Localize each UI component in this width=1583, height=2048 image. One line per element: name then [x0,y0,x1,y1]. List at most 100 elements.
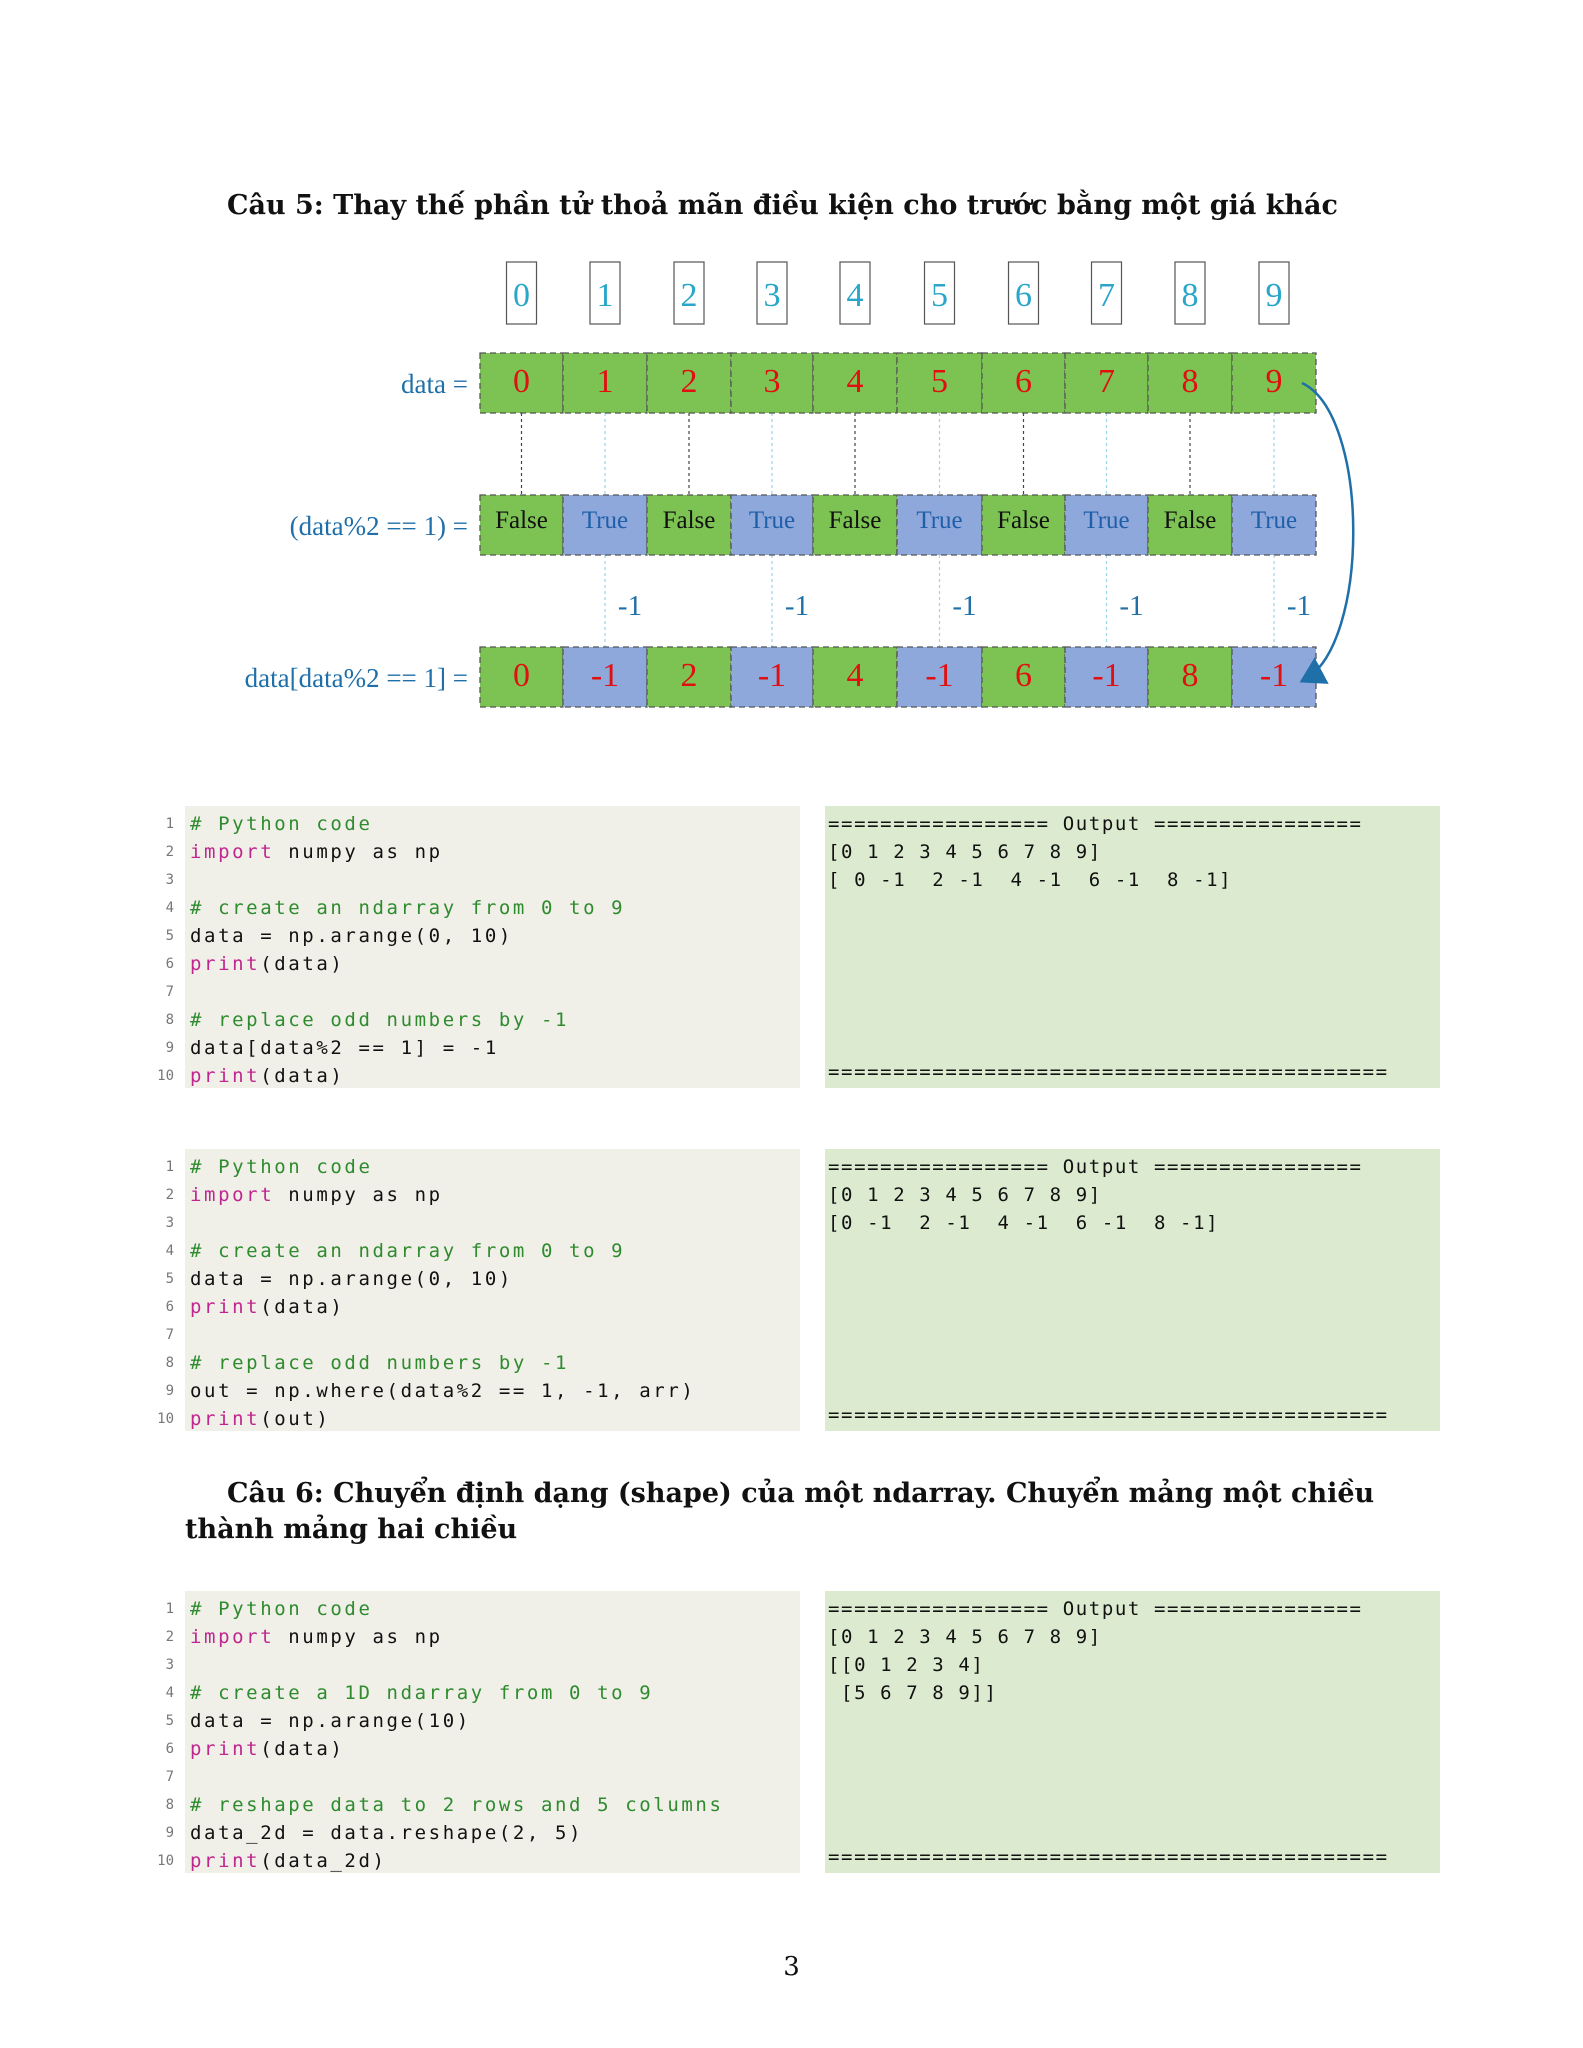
code-token: (data) [260,1065,345,1087]
cell-value: False [829,507,882,534]
line-number: 8 [165,1012,174,1028]
line-number: 6 [165,1741,174,1757]
cell-value: 4 [847,657,864,694]
code-keyword: print [190,1408,261,1430]
code-keyword: print [190,1065,261,1087]
line-number: 6 [165,956,174,972]
boolean-mask-diagram: 0 1 2 3 4 5 6 7 8 9 data = 0 1 2 3 4 5 6 7 8 9 (data%2 == 1) … [245,261,1355,708]
code-token: (data) [260,1296,345,1318]
index-label: 8 [1182,277,1199,314]
code-line: data_2d = data.reshape(2, 5) [190,1819,723,1847]
code-line: # replace odd numbers by -1 [190,1349,695,1377]
code-comment: # create an ndarray from 0 to 9 [190,897,626,919]
cell-value: -1 [758,657,786,694]
line-number: 6 [165,1299,174,1315]
cell-value: True [749,507,795,534]
cell-value: 0 [513,657,530,694]
code-line: # replace odd numbers by -1 [190,1006,625,1034]
code-token: out = np.where(data%2 == 1, -1, arr) [190,1380,696,1402]
index-label: 1 [597,277,614,314]
index-label: 9 [1266,277,1283,314]
output-line: [0 1 2 3 4 5 6 7 8 9] [828,841,1102,863]
code-token: numpy as np [274,1184,443,1206]
cell-value: 5 [931,363,948,400]
output-line: [ 0 -1 2 -1 4 -1 6 -1 8 -1] [828,869,1233,891]
cell-value: -1 [1092,657,1120,694]
line-number: 3 [165,872,174,888]
line-number: 1 [165,816,174,832]
cell-value: 4 [847,363,864,400]
line-number: 8 [165,1797,174,1813]
cell-value: False [1164,507,1217,534]
code-keyword: import [190,1626,275,1648]
cell-value: 8 [1182,657,1199,694]
index-label: 3 [764,277,781,314]
replacement-label: -1 [952,590,976,622]
output-footer: ========================================… [828,1404,1389,1426]
code-line: # create an ndarray from 0 to 9 [190,894,625,922]
code-line: import numpy as np [190,1181,695,1209]
line-number: 7 [165,984,174,1000]
code-line: data[data%2 == 1] = -1 [190,1034,625,1062]
cell-value: True [582,507,628,534]
code-keyword: import [190,1184,275,1206]
index-label: 4 [847,277,864,314]
code-line: data = np.arange(0, 10) [190,922,625,950]
code-token: data[data%2 == 1] = -1 [190,1037,499,1059]
code-line: # create an ndarray from 0 to 9 [190,1237,695,1265]
code-comment: # Python code [190,1156,373,1178]
output-panel: ================= Output ===============… [825,1149,1440,1431]
code-token: (data) [260,1738,345,1760]
code-comment: # Python code [190,813,373,835]
output-line: [0 -1 2 -1 4 -1 6 -1 8 -1] [828,1212,1220,1234]
line-number: 10 [157,1853,174,1869]
question-5-title: Câu 5: Thay thế phần tử thoả mãn điều ki… [227,190,1338,221]
code-comment: # create a 1D ndarray from 0 to 9 [190,1682,654,1704]
code-token: numpy as np [274,1626,443,1648]
cell-value: False [663,507,716,534]
cell-value: False [997,507,1050,534]
code-listing: # Python code import numpy as np # create … [185,1591,800,1873]
code-line: data = np.arange(10) [190,1707,723,1735]
index-label: 6 [1015,277,1032,314]
cell-value: 2 [681,363,698,400]
code-listing: # Python code import numpy as np # create … [185,1149,800,1431]
cell-value: 7 [1098,363,1115,400]
code-example-3: 1 2 3 4 5 6 7 8 9 10 # Python code import numpy as … [150,1591,1440,1873]
code-token: (data) [260,953,345,975]
code-line: print(data) [190,1062,625,1090]
cell-value: 8 [1182,363,1199,400]
replacement-label: -1 [1119,590,1143,622]
output-header: ================= Output ===============… [828,813,1363,835]
cell-value: -1 [591,657,619,694]
output-panel: ================= Output ===============… [825,1591,1440,1873]
code-example-1: 1 2 3 4 5 6 7 8 9 10 # Python code import numpy as … [150,806,1440,1088]
code-example-2: 1 2 3 4 5 6 7 8 9 10 # Python code import numpy as … [150,1149,1440,1431]
code-comment: # Python code [190,1598,373,1620]
cell-value: -1 [925,657,953,694]
code-line: print(out) [190,1405,695,1433]
cell-value: 3 [764,363,781,400]
code-token: data_2d = data.reshape(2, 5) [190,1822,584,1844]
replacement-label: -1 [618,590,642,622]
cell-value: 2 [681,657,698,694]
cell-value: 9 [1266,363,1283,400]
output-header: ================= Output ===============… [828,1598,1363,1620]
index-label: 0 [513,277,530,314]
code-keyword: print [190,953,261,975]
cell-value: 6 [1015,657,1032,694]
code-token: (data_2d) [260,1850,387,1872]
line-number: 7 [165,1327,174,1343]
cell-value: False [495,507,548,534]
code-line: # reshape data to 2 rows and 5 columns [190,1791,723,1819]
code-token: data = np.arange(0, 10) [190,925,513,947]
line-number: 10 [157,1411,174,1427]
replacement-label: -1 [1287,590,1311,622]
line-number: 5 [165,1713,174,1729]
line-number: 9 [165,1825,174,1841]
cell-value: True [916,507,962,534]
